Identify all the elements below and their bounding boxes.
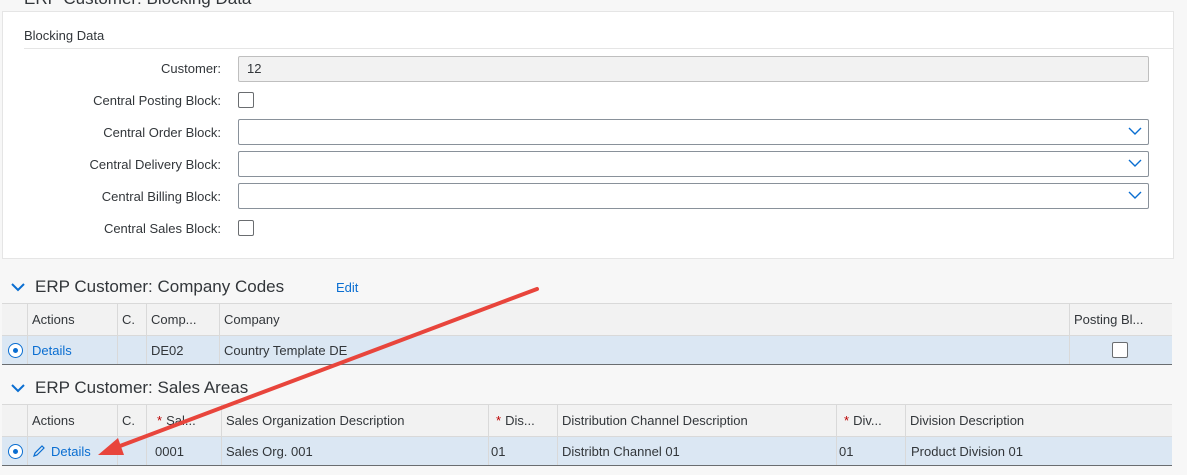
division-desc-cell: Product Division 01 xyxy=(911,443,1023,459)
company-cell: Country Template DE xyxy=(224,342,348,358)
central-billing-block-select[interactable] xyxy=(238,183,1149,209)
col-distribution[interactable]: * Dis... xyxy=(490,405,535,436)
distribution-desc-cell: Distribtn Channel 01 xyxy=(562,443,680,459)
sales-org-desc-cell: Sales Org. 001 xyxy=(226,443,313,459)
blocking-section-title: ERP Customer: Blocking Data xyxy=(24,0,251,9)
sales-areas-title: ERP Customer: Sales Areas xyxy=(35,378,249,397)
pencil-icon xyxy=(33,445,45,457)
col-division[interactable]: * Div... xyxy=(838,405,882,436)
table-row[interactable]: Details DE02 Country Template DE xyxy=(2,336,1172,364)
table-row[interactable]: Details 0001 Sales Org. 001 01 Distribtn… xyxy=(2,437,1172,465)
customer-label: Customer: xyxy=(161,61,221,76)
required-asterisk: * xyxy=(844,413,850,428)
company-codes-title: ERP Customer: Company Codes xyxy=(35,277,285,296)
chevron-down-icon xyxy=(1128,127,1142,135)
central-sales-block-checkbox[interactable] xyxy=(238,220,254,236)
col-actions[interactable]: Actions xyxy=(26,405,75,436)
central-posting-block-label: Central Posting Block: xyxy=(93,93,221,108)
col-actions[interactable]: Actions xyxy=(26,304,75,335)
chevron-down-icon xyxy=(1128,191,1142,199)
blocking-data-title: Blocking Data xyxy=(24,28,105,43)
details-link[interactable]: Details xyxy=(26,437,91,465)
division-cell: 01 xyxy=(839,443,854,459)
col-company[interactable]: Company xyxy=(218,304,280,335)
chevron-down-icon[interactable] xyxy=(11,281,25,293)
chevron-down-icon[interactable] xyxy=(11,382,25,394)
col-sales-org[interactable]: * Sal... xyxy=(151,405,196,436)
sales-areas-table: Actions C. * Sal... Sales Organization De… xyxy=(2,404,1172,466)
central-delivery-block-select[interactable] xyxy=(238,151,1149,177)
required-asterisk: * xyxy=(157,413,163,428)
chevron-down-icon xyxy=(1128,159,1142,167)
central-posting-block-checkbox[interactable] xyxy=(238,92,254,108)
central-sales-block-label: Central Sales Block: xyxy=(103,221,221,236)
posting-block-checkbox[interactable] xyxy=(1112,342,1128,358)
customer-value: 12 xyxy=(247,61,262,76)
details-link[interactable]: Details xyxy=(26,336,72,364)
col-distribution-desc[interactable]: Distribution Channel Description xyxy=(556,405,748,436)
central-billing-block-label: Central Billing Block: xyxy=(101,189,221,204)
company-codes-table: Actions C. Comp... Company Posting Bl...… xyxy=(2,303,1172,365)
row-selector-radio[interactable] xyxy=(8,343,23,358)
table-header: Actions C. * Sal... Sales Organization De… xyxy=(2,404,1172,437)
edit-link[interactable]: Edit xyxy=(336,280,358,295)
table-header: Actions C. Comp... Company Posting Bl... xyxy=(2,303,1172,336)
col-comp[interactable]: Comp... xyxy=(145,304,197,335)
central-order-block-label: Central Order Block: xyxy=(103,125,221,140)
row-selector-radio[interactable] xyxy=(8,444,23,459)
customer-field[interactable]: 12 xyxy=(238,56,1149,82)
distribution-cell: 01 xyxy=(491,443,506,459)
central-order-block-select[interactable] xyxy=(238,119,1149,145)
col-posting-block[interactable]: Posting Bl... xyxy=(1068,304,1143,335)
comp-cell: DE02 xyxy=(151,342,184,358)
col-c[interactable]: C. xyxy=(116,405,135,436)
required-asterisk: * xyxy=(496,413,502,428)
col-c[interactable]: C. xyxy=(116,304,135,335)
sales-org-cell: 0001 xyxy=(155,443,184,459)
central-delivery-block-label: Central Delivery Block: xyxy=(89,157,222,172)
divider xyxy=(24,48,1174,49)
col-sales-org-desc[interactable]: Sales Organization Description xyxy=(220,405,404,436)
col-division-desc[interactable]: Division Description xyxy=(904,405,1024,436)
